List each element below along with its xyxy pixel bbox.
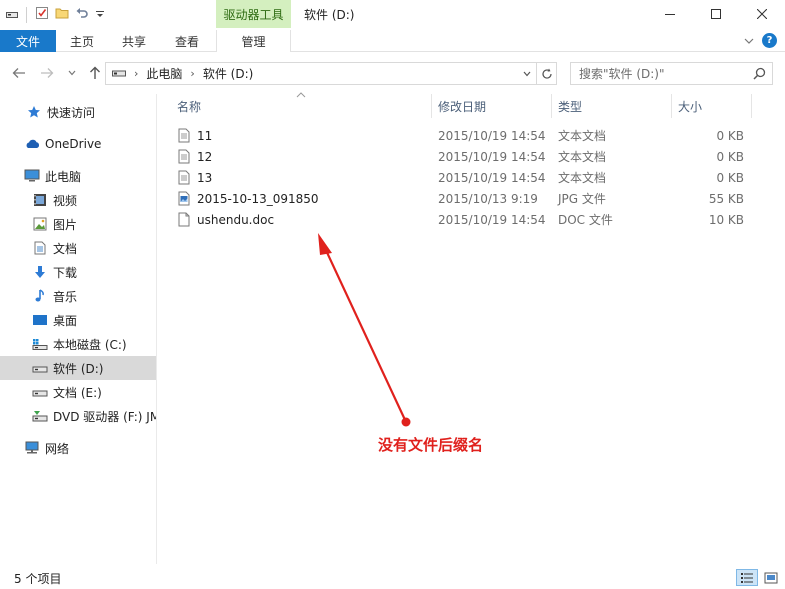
annotation-text: 没有文件后缀名 — [378, 436, 484, 454]
large-icons-view-button[interactable] — [760, 569, 782, 586]
details-view-icon — [741, 572, 753, 583]
annotation-arrow — [318, 233, 411, 427]
details-view-button[interactable] — [736, 569, 758, 586]
large-icons-view-icon — [764, 572, 778, 583]
item-count: 5 个项目 — [14, 572, 62, 586]
status-bar: 5 个项目 — [0, 566, 785, 589]
